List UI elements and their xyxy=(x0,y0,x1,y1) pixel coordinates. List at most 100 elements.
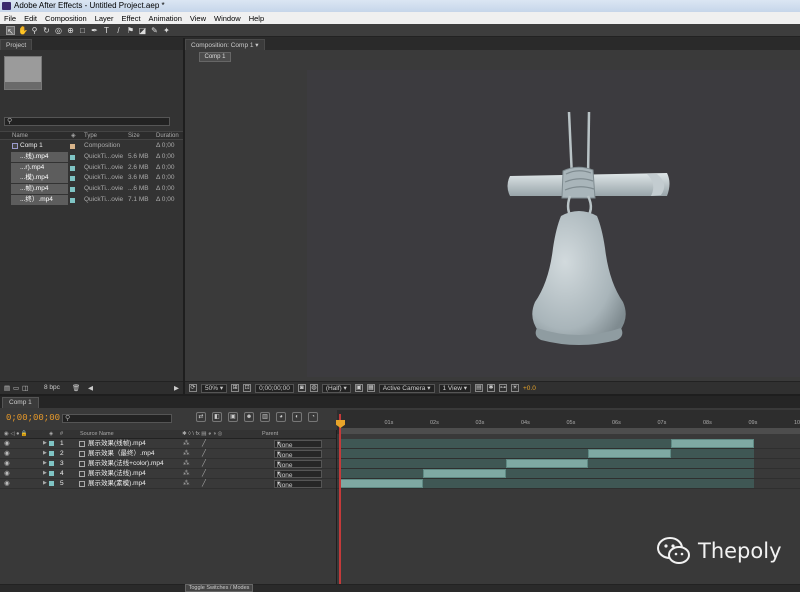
layer-source-name[interactable]: 展示效果（最终）.mp4 xyxy=(88,449,154,458)
pan-behind-tool-icon[interactable]: ⊕ xyxy=(66,26,75,35)
brainstorm-icon[interactable]: ◐ xyxy=(292,412,302,422)
project-search-input[interactable]: ⚲ xyxy=(4,117,170,126)
timeline-divider[interactable] xyxy=(336,430,337,584)
project-item[interactable]: ...帧).mp4 QuickTi...ovie ...6 MB Δ 0;00 xyxy=(0,184,183,195)
layer-label-color[interactable] xyxy=(49,471,54,476)
draft-3d-icon[interactable]: ▣ xyxy=(228,412,238,422)
layer-source-name[interactable]: 展示效果(素模).mp4 xyxy=(88,479,146,488)
video-visibility-eye-icon[interactable]: ◉ xyxy=(4,449,10,458)
expand-triangle-icon[interactable]: ▶ xyxy=(43,469,47,478)
label-color-swatch[interactable] xyxy=(70,176,75,182)
quality-switch-icon[interactable]: ╱ xyxy=(202,469,206,478)
label-color-swatch[interactable] xyxy=(70,144,75,149)
menu-view[interactable]: View xyxy=(186,14,210,23)
tab-comp-timeline[interactable]: Comp 1 xyxy=(2,397,39,408)
composition-viewport[interactable] xyxy=(307,70,800,377)
menu-layer[interactable]: Layer xyxy=(91,14,118,23)
motion-blur-icon[interactable]: ◕ xyxy=(276,412,286,422)
menu-effect[interactable]: Effect xyxy=(117,14,144,23)
quality-switch-icon[interactable]: ╱ xyxy=(202,449,206,458)
type-tool-icon[interactable]: T xyxy=(102,26,111,35)
zoom-tool-icon[interactable]: ⚲ xyxy=(30,26,39,35)
delete-icon[interactable]: 🗑 xyxy=(72,384,80,392)
video-visibility-eye-icon[interactable]: ◉ xyxy=(4,479,10,488)
always-preview-icon[interactable]: ⟳ xyxy=(189,384,197,392)
project-item[interactable]: ...r).mp4 QuickTi...ovie 2.6 MB Δ 0;00 xyxy=(0,162,183,173)
layer-duration-bar[interactable] xyxy=(422,469,506,478)
current-time-indicator[interactable] xyxy=(339,414,341,584)
exposure-value[interactable]: +0.0 xyxy=(523,385,536,392)
layer-duration-bar[interactable] xyxy=(340,479,423,488)
parent-select[interactable]: None ▾ xyxy=(274,450,322,459)
selection-tool-icon[interactable]: ↖ xyxy=(6,25,15,36)
layer-label-color[interactable] xyxy=(49,461,54,466)
layer-label-color[interactable] xyxy=(49,481,54,486)
puppet-pin-tool-icon[interactable]: ✦ xyxy=(162,26,171,35)
scroll-left-icon[interactable]: ◀ xyxy=(88,384,93,392)
shy-switch-icon[interactable]: ⁂ xyxy=(183,439,190,448)
quality-switch-icon[interactable]: ╱ xyxy=(202,459,206,468)
shy-switch-icon[interactable]: ⁂ xyxy=(183,459,190,468)
channel-icon[interactable]: ◍ xyxy=(309,384,318,392)
layer-source-name[interactable]: 展示效果(线帧).mp4 xyxy=(88,439,146,448)
expand-triangle-icon[interactable]: ▶ xyxy=(43,459,47,468)
layer-duration-bar[interactable] xyxy=(671,439,754,448)
expand-triangle-icon[interactable]: ▶ xyxy=(43,479,47,488)
flowchart-icon[interactable]: ⊶ xyxy=(498,384,507,392)
layer-label-color[interactable] xyxy=(49,451,54,456)
interpret-footage-icon[interactable]: ▤ xyxy=(4,384,10,392)
clone-stamp-tool-icon[interactable]: ⚑ xyxy=(126,26,135,35)
menu-file[interactable]: File xyxy=(0,14,20,23)
layer-source-name[interactable]: 展示效果(法线+color).mp4 xyxy=(88,459,164,468)
expand-triangle-icon[interactable]: ▶ xyxy=(43,449,47,458)
roto-brush-tool-icon[interactable]: ✎ xyxy=(150,26,159,35)
toggle-pixel-aspect-icon[interactable]: ▤ xyxy=(474,384,483,392)
parent-select[interactable]: None ▾ xyxy=(274,460,322,469)
label-color-swatch[interactable] xyxy=(70,198,75,203)
tab-composition[interactable]: Composition: Comp 1 ▾ xyxy=(185,39,265,50)
current-time-display[interactable]: 0;00;00;00 xyxy=(6,413,60,423)
video-visibility-eye-icon[interactable]: ◉ xyxy=(4,439,10,448)
rotate-tool-icon[interactable]: ↻ xyxy=(42,26,51,35)
transparency-grid-icon[interactable]: ▦ xyxy=(366,384,375,392)
grid-icon[interactable]: ⊞ xyxy=(231,384,240,392)
video-visibility-eye-icon[interactable]: ◉ xyxy=(4,459,10,468)
comp-mini-flowchart-icon[interactable]: ⇄ xyxy=(196,412,206,422)
column-name[interactable]: Name xyxy=(12,132,28,140)
shy-switch-icon[interactable]: ⁂ xyxy=(183,449,190,458)
comp-timecode[interactable]: 0;00;00;00 xyxy=(255,383,294,393)
menu-window[interactable]: Window xyxy=(210,14,245,23)
snapshot-icon[interactable]: ◙ xyxy=(297,384,306,392)
project-item[interactable]: ...模).mp4 QuickTi...ovie 3.6 MB Δ 0;00 xyxy=(0,173,183,184)
layer-duration-bar[interactable] xyxy=(505,459,589,468)
graph-editor-icon[interactable]: ◔ xyxy=(308,412,318,422)
timeline-search-input[interactable]: ⚲ xyxy=(62,414,172,423)
layer-duration-bar[interactable] xyxy=(588,449,672,458)
project-item[interactable]: ...线).mp4 QuickTi...ovie 5.6 MB Δ 0;00 xyxy=(0,151,183,162)
new-folder-icon[interactable]: ▭ xyxy=(13,384,19,392)
label-color-swatch[interactable] xyxy=(70,187,75,193)
menu-edit[interactable]: Edit xyxy=(20,14,41,23)
region-of-interest-icon[interactable]: ▣ xyxy=(354,384,363,392)
pen-tool-icon[interactable]: ✒ xyxy=(90,26,99,35)
menu-composition[interactable]: Composition xyxy=(41,14,91,23)
label-column-icon[interactable]: ◈ xyxy=(71,132,76,140)
label-color-swatch[interactable] xyxy=(70,165,75,171)
column-source-name[interactable]: Source Name xyxy=(80,431,114,437)
panel-divider[interactable] xyxy=(0,394,800,396)
quality-switch-icon[interactable]: ╱ xyxy=(202,439,206,448)
safe-margins-icon[interactable]: ⊡ xyxy=(243,384,252,392)
quality-switch-icon[interactable]: ╱ xyxy=(202,479,206,488)
column-duration[interactable]: Duration xyxy=(156,132,179,140)
bit-depth[interactable]: 8 bpc xyxy=(44,384,60,391)
toggle-switches-modes-button[interactable]: Toggle Switches / Modes xyxy=(185,584,253,592)
tab-project[interactable]: Project xyxy=(0,39,33,50)
parent-select[interactable]: None ▾ xyxy=(274,480,322,489)
brush-tool-icon[interactable]: / xyxy=(114,26,123,35)
parent-select[interactable]: None ▾ xyxy=(274,440,322,449)
hand-tool-icon[interactable]: ✋ xyxy=(18,26,28,35)
video-visibility-eye-icon[interactable]: ◉ xyxy=(4,469,10,478)
column-parent[interactable]: Parent xyxy=(262,431,278,437)
live-update-icon[interactable]: ◧ xyxy=(212,412,222,422)
zoom-select[interactable]: 50% ▾ xyxy=(201,383,228,393)
